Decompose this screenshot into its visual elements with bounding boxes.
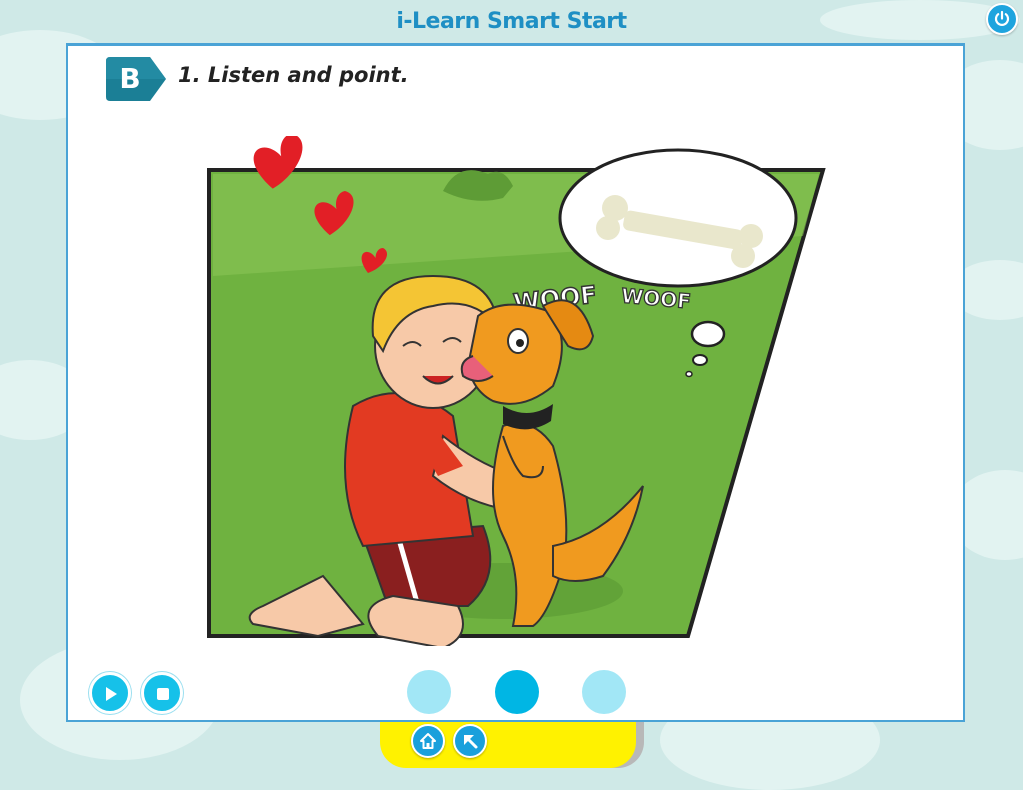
power-button[interactable] bbox=[986, 3, 1018, 35]
home-icon bbox=[420, 733, 436, 749]
play-icon bbox=[106, 687, 117, 701]
section-letter: B bbox=[119, 62, 141, 95]
home-button[interactable] bbox=[411, 724, 445, 758]
page-dot-1[interactable] bbox=[407, 670, 451, 714]
stop-button[interactable] bbox=[141, 672, 183, 714]
app-title: i-Learn Smart Start bbox=[396, 9, 627, 34]
section-badge: B bbox=[106, 57, 168, 101]
power-icon bbox=[994, 10, 1010, 26]
back-arrow-icon bbox=[464, 735, 478, 749]
stop-icon bbox=[157, 688, 169, 700]
play-button[interactable] bbox=[89, 672, 131, 714]
page-dot-3[interactable] bbox=[582, 670, 626, 714]
back-button[interactable] bbox=[453, 724, 487, 758]
page-dot-2[interactable] bbox=[495, 670, 539, 714]
lesson-panel: B 1. Listen and point. WOOF WOOF bbox=[66, 43, 965, 722]
boy-and-dog-illustration: WOOF WOOF bbox=[207, 136, 826, 646]
instruction-text: 1. Listen and point. bbox=[178, 63, 409, 87]
